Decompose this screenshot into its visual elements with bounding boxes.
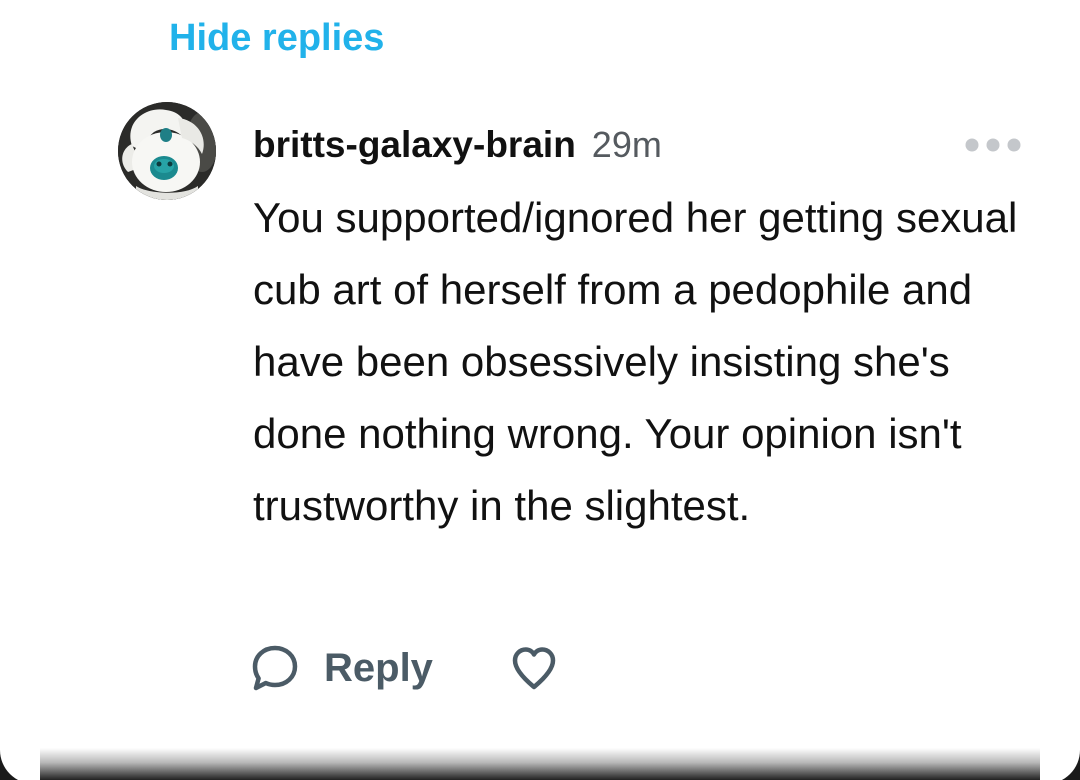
reply-label: Reply [324, 645, 433, 690]
comment-header: britts-galaxy-brain 29m [253, 120, 662, 170]
reply-button[interactable]: Reply [250, 643, 433, 693]
more-dots-icon [965, 138, 1021, 152]
bottom-edge-shadow [0, 748, 1080, 780]
hide-replies-link[interactable]: Hide replies [169, 14, 384, 62]
username-link[interactable]: britts-galaxy-brain [253, 124, 576, 166]
timestamp: 29m [591, 124, 662, 165]
heart-outline-icon [512, 647, 556, 690]
speech-bubble-icon [252, 645, 298, 691]
comment-thread: Hide replies britts-galaxy-brain 29m You… [0, 0, 1080, 780]
card-corner-right [1040, 744, 1080, 780]
card-corner-left [0, 744, 40, 780]
comment-body: You supported/ignored her getting sexual… [253, 194, 1018, 529]
avatar[interactable] [118, 102, 216, 200]
like-button[interactable] [509, 643, 559, 693]
absol-figure-avatar-icon [118, 102, 216, 200]
comment-actions: Reply [250, 640, 559, 696]
more-options-button[interactable] [962, 132, 1024, 158]
